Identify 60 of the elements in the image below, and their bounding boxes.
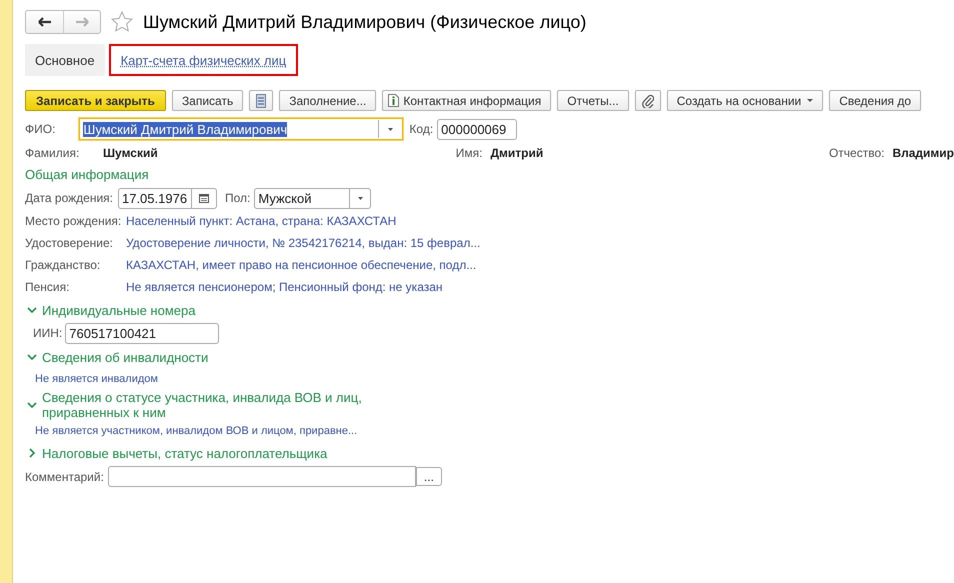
field-label: Отчество:	[828, 146, 884, 160]
caret-icon	[807, 99, 814, 102]
link-text[interactable]: Не является инвалидом	[35, 373, 158, 385]
field-label: Комментарий:	[25, 470, 104, 484]
field-label: Место рождения:	[25, 214, 122, 228]
window-title: Шумский Дмитрий Владимирович (Физическое лицо)	[143, 12, 586, 32]
field-label: ФИО:	[25, 122, 56, 136]
link-text[interactable]: Населенный пункт: Астана, страна: КАЗАХСТАН	[126, 214, 396, 228]
field-label: Имя:	[456, 146, 482, 160]
attach-button[interactable]	[634, 90, 661, 111]
caret-icon	[388, 128, 394, 130]
star-icon[interactable]	[111, 11, 133, 33]
section-title[interactable]: Налоговые вычеты, статус налогоплательщика	[42, 446, 328, 460]
link-text[interactable]: Удостоверение личности, № 23542176214, выдан: 15 феврал...	[126, 236, 480, 250]
list-icon	[256, 94, 266, 108]
field-value: Владимир	[892, 146, 954, 160]
section-title[interactable]: Сведения об инвалидности	[42, 350, 208, 364]
chevron-icon[interactable]	[27, 305, 37, 315]
save-and-close-button[interactable]: Записать и закрыть	[25, 90, 166, 111]
chevron-icon[interactable]	[27, 448, 37, 458]
caret-icon	[358, 196, 363, 200]
date-field[interactable]: 17.05.1976	[118, 188, 217, 208]
paperclip-icon	[642, 94, 654, 108]
field-label: Пол:	[224, 191, 250, 205]
dropdown-button[interactable]: Создать на основании	[666, 90, 824, 111]
section-title: Общая информация	[25, 167, 150, 182]
link-text[interactable]: Не является пенсионером; Пенсионный фонд: не указан	[126, 280, 443, 294]
field-label: Код:	[409, 122, 434, 136]
chevron-icon[interactable]	[27, 400, 37, 410]
toolbar-button[interactable]: Заполнение...	[279, 90, 376, 111]
code-field[interactable]: 000000069	[437, 118, 518, 140]
info-icon	[388, 94, 400, 107]
name-field[interactable]: Шумский Дмитрий Владимирович	[79, 118, 404, 140]
tab[interactable]: Основное	[25, 44, 105, 76]
toolbar-button[interactable]: Записать	[172, 90, 244, 111]
link-text[interactable]: КАЗАХСТАН, имеет право на пенсионное обеспечение, подл...	[126, 258, 476, 272]
link-text[interactable]: Не является участником, инвалидом ВОВ и лицом, приравне...	[35, 425, 358, 437]
tab[interactable]: Карт-счета физических лиц	[108, 44, 298, 76]
field-label: Фамилия:	[25, 146, 80, 160]
field-label: Дата рождения:	[25, 191, 113, 205]
list-button[interactable]	[249, 90, 274, 111]
section-title[interactable]: Индивидуальные номера	[42, 302, 196, 318]
select-button[interactable]: ...	[416, 467, 442, 486]
field-label: Гражданство:	[25, 258, 102, 272]
field-value: Шумский	[103, 146, 158, 160]
arrow-icon	[75, 17, 89, 27]
toolbar-button[interactable]: Отчеты...	[557, 90, 629, 111]
section-title[interactable]: Сведения о статусе участника, инвалида ВОВ и лиц, приравненных к ним	[42, 390, 372, 420]
calendar-icon	[198, 194, 209, 202]
gender-dropdown[interactable]: Мужской	[254, 188, 372, 208]
contact-info-button[interactable]: Контактная информация	[382, 90, 552, 111]
arrow-icon	[38, 17, 52, 27]
comment-field[interactable]	[108, 466, 416, 487]
field-label: ИИН:	[33, 326, 62, 340]
field-value: Дмитрий	[490, 146, 544, 160]
toolbar-button[interactable]: Сведения до	[829, 90, 922, 111]
field-label: Удостоверение:	[25, 236, 114, 250]
iin-field[interactable]: 760517100421	[65, 322, 220, 344]
field-label: Пенсия:	[25, 280, 70, 294]
chevron-icon[interactable]	[27, 352, 37, 362]
